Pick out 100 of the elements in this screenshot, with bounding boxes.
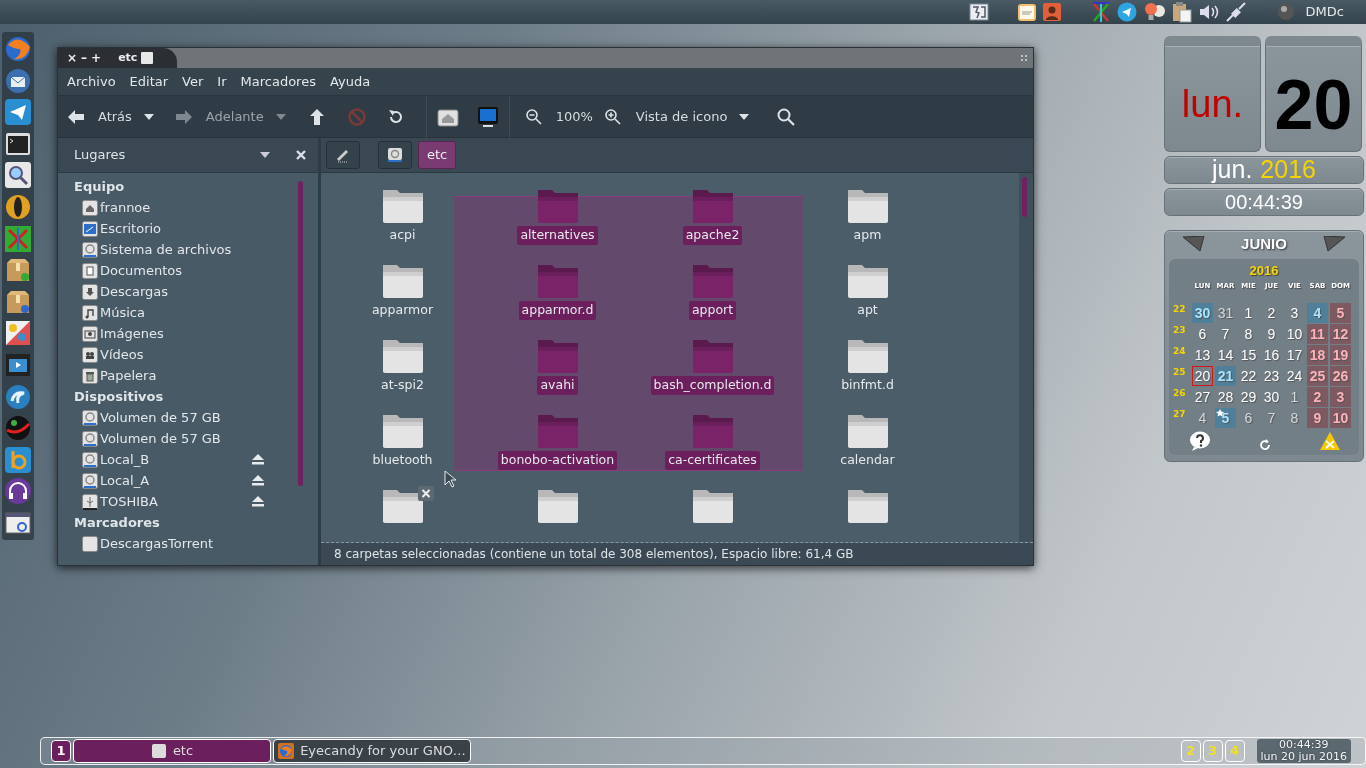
calendar-day[interactable]: 3 — [1330, 387, 1351, 407]
user-name[interactable]: DMDc — [1305, 2, 1344, 22]
sidebar-item[interactable]: frannoe — [100, 197, 264, 218]
x-shape-icon[interactable] — [4, 224, 32, 253]
file-name[interactable]: bash_completion.d — [650, 376, 775, 395]
palette-icon[interactable] — [4, 319, 32, 348]
clipboard-icon[interactable] — [1170, 1, 1193, 23]
calendar-day[interactable]: 6 — [1192, 324, 1213, 344]
broken-image-icon[interactable] — [968, 3, 989, 21]
calendar-day[interactable]: 3 — [1284, 303, 1305, 323]
sidebar-item[interactable]: Papelera — [100, 365, 264, 386]
file-name[interactable]: apache2 — [682, 226, 743, 245]
calendar-day[interactable]: 7 — [1261, 408, 1282, 428]
edit-path-button[interactable] — [326, 141, 360, 169]
sidebar-item[interactable]: Vídeos — [100, 344, 264, 365]
paper-plane-icon[interactable] — [4, 98, 32, 127]
calendar-day[interactable]: 29 — [1238, 387, 1259, 407]
sidebar-item[interactable]: Sistema de archivos — [100, 239, 264, 260]
computer-icon[interactable] — [476, 105, 499, 128]
file-name[interactable]: apparmor.d — [518, 301, 597, 320]
file-name[interactable]: avahi — [537, 376, 578, 395]
ball-icon[interactable] — [4, 414, 32, 443]
sidebar-item[interactable]: Local_B — [100, 449, 252, 470]
file-name[interactable]: bonobo-activation — [497, 451, 618, 470]
calendar-day[interactable]: 4 — [1307, 303, 1328, 323]
path-button[interactable] — [378, 141, 412, 169]
calendar-day[interactable]: 1 — [1238, 303, 1259, 323]
file-name[interactable]: alternatives — [517, 226, 598, 245]
caret-icon[interactable] — [260, 152, 270, 158]
up-arrow-icon[interactable] — [309, 108, 324, 125]
caret-icon[interactable] — [143, 113, 154, 120]
workspace-button[interactable]: 1 — [51, 740, 71, 762]
file-name[interactable]: apport — [688, 301, 737, 320]
calendar-day[interactable]: 24 — [1284, 366, 1305, 386]
file-name[interactable]: apparmor — [368, 301, 437, 320]
sidebar-item[interactable]: Local_A — [100, 470, 252, 491]
scrollbar-thumb[interactable] — [298, 181, 303, 486]
calendar-day[interactable]: 8 — [1284, 408, 1305, 428]
zoom-in-icon[interactable] — [604, 108, 621, 125]
reload-icon[interactable] — [1259, 439, 1271, 451]
previous-month-icon[interactable] — [1183, 236, 1205, 252]
calendar-day[interactable]: 4 — [1192, 408, 1213, 428]
sidebar-item[interactable]: Documentos — [100, 260, 264, 281]
calendar-day[interactable]: 30 — [1261, 387, 1282, 407]
calendar-day[interactable]: 11 — [1307, 324, 1328, 344]
help-icon[interactable] — [1189, 431, 1211, 451]
caret-icon[interactable] — [739, 113, 750, 120]
file-name[interactable]: binfmt.d — [838, 376, 897, 395]
calendar-day[interactable]: 2 — [1307, 387, 1328, 407]
calendar-day[interactable]: 30 — [1192, 303, 1213, 323]
calendar-day[interactable]: 5 — [1330, 303, 1351, 323]
file-name[interactable]: apm — [850, 226, 885, 245]
task-button[interactable]: etc — [73, 739, 271, 763]
calendar-day[interactable]: 10 — [1284, 324, 1305, 344]
sidebar-item[interactable]: Imágenes — [100, 323, 264, 344]
file-name[interactable]: bluetooth — [369, 451, 436, 470]
calendar-day[interactable]: 17 — [1284, 345, 1305, 365]
note-icon[interactable] — [1016, 2, 1037, 22]
calendar-day[interactable]: 5 — [1215, 408, 1236, 428]
calendar-day[interactable]: 21 — [1215, 366, 1236, 386]
calendar-day[interactable]: 6 — [1238, 408, 1259, 428]
sidebar-item[interactable]: Descargas — [100, 281, 264, 302]
calendar-day[interactable]: 18 — [1307, 345, 1328, 365]
calendar-day[interactable]: 27 — [1192, 387, 1213, 407]
calendar-day[interactable]: 7 — [1215, 324, 1236, 344]
calendar-day[interactable]: 12 — [1330, 324, 1351, 344]
calendar-day[interactable]: 19 — [1330, 345, 1351, 365]
plug-icon[interactable] — [1224, 1, 1247, 23]
calendar-day[interactable]: 1 — [1284, 387, 1305, 407]
menu-item[interactable]: Ir — [212, 71, 232, 92]
swirl-icon[interactable] — [4, 382, 32, 411]
sidebar-item[interactable]: Volumen de 57 GB — [100, 407, 264, 428]
menu-item[interactable]: Archivo — [62, 71, 121, 92]
eject-icon[interactable] — [252, 454, 264, 465]
calendar-day[interactable]: 22 — [1238, 366, 1259, 386]
close-button[interactable]: × — [66, 52, 79, 64]
bird-icon[interactable] — [4, 66, 32, 95]
calendar-day[interactable]: 2 — [1261, 303, 1282, 323]
file-name[interactable]: calendar — [837, 451, 898, 470]
calendar-day[interactable]: 31 — [1215, 303, 1236, 323]
next-month-icon[interactable] — [1323, 236, 1345, 252]
file-name[interactable]: at-spi2 — [378, 376, 427, 395]
paper-plane-icon[interactable] — [1116, 2, 1137, 22]
sidebar-item[interactable]: DescargasTorrent — [100, 533, 264, 554]
calendar-day[interactable]: 9 — [1261, 324, 1282, 344]
calendar-day[interactable]: 14 — [1215, 345, 1236, 365]
menu-item[interactable]: Marcadores — [235, 71, 321, 92]
close-icon[interactable] — [296, 150, 306, 160]
calendar-day[interactable]: 25 — [1307, 366, 1328, 386]
minimize-button[interactable]: – — [80, 52, 89, 64]
calendar-day[interactable]: 8 — [1238, 324, 1259, 344]
file-name[interactable]: apt — [854, 301, 881, 320]
calendar-day[interactable]: 10 — [1330, 408, 1351, 428]
magnifier-icon[interactable] — [4, 161, 32, 190]
file-name[interactable]: ca-certificates — [665, 451, 760, 470]
task-button[interactable]: Eyecandy for your GNO… — [273, 739, 471, 763]
view-mode-dropdown[interactable]: Vista de icono — [635, 106, 728, 127]
menu-item[interactable]: Editar — [124, 71, 174, 92]
sidebar-item[interactable]: Música — [100, 302, 264, 323]
calendar-day[interactable]: 26 — [1330, 366, 1351, 386]
